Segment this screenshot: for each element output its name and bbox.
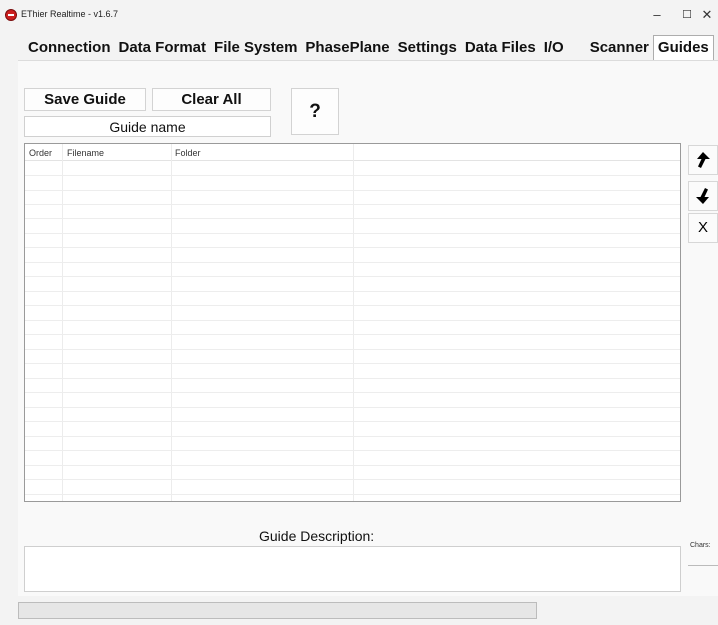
- guide-list[interactable]: Order Filename Folder: [24, 143, 681, 502]
- status-bar: [18, 602, 537, 619]
- tab-connection[interactable]: Connection: [24, 37, 115, 61]
- row-line: [25, 479, 680, 480]
- row-line: [25, 218, 680, 219]
- row-line: [25, 175, 680, 176]
- tab-scanner[interactable]: Scanner: [586, 37, 653, 61]
- chars-label: Chars:: [690, 542, 711, 549]
- row-line: [25, 378, 680, 379]
- row-line: [25, 320, 680, 321]
- save-guide-button[interactable]: Save Guide: [24, 88, 146, 111]
- title-bar: EThier Realtime - v1.6.7 – ☐ ✕: [0, 0, 718, 30]
- minimize-button[interactable]: –: [642, 4, 672, 26]
- move-up-button[interactable]: [688, 145, 718, 175]
- column-divider: [353, 144, 354, 501]
- move-down-button[interactable]: [688, 181, 718, 211]
- row-line: [25, 392, 680, 393]
- row-line: [25, 349, 680, 350]
- row-line: [25, 465, 680, 466]
- window-title: EThier Realtime - v1.6.7: [21, 9, 119, 19]
- row-line: [25, 305, 680, 306]
- tab-data-format[interactable]: Data Format: [115, 37, 211, 61]
- row-line: [25, 407, 680, 408]
- row-line: [25, 247, 680, 248]
- row-line: [25, 190, 680, 191]
- row-line: [25, 291, 680, 292]
- row-line: [25, 262, 680, 263]
- row-line: [25, 450, 680, 451]
- row-line: [25, 494, 680, 495]
- row-line: [25, 233, 680, 234]
- row-line: [25, 204, 680, 205]
- row-line: [25, 436, 680, 437]
- tab-strip: Connection Data Format File System Phase…: [24, 35, 714, 61]
- chars-divider: [688, 565, 718, 566]
- remove-button[interactable]: X: [688, 213, 718, 243]
- tab-settings[interactable]: Settings: [394, 37, 461, 61]
- arrow-up-icon: [697, 152, 710, 168]
- row-line: [25, 421, 680, 422]
- column-order[interactable]: Order: [29, 148, 52, 158]
- row-line: [25, 334, 680, 335]
- close-button[interactable]: ✕: [696, 4, 718, 26]
- description-label: Guide Description:: [259, 528, 375, 544]
- tab-data-files[interactable]: Data Files: [461, 37, 540, 61]
- guide-name-field[interactable]: Guide name: [24, 116, 271, 137]
- help-button[interactable]: ?: [291, 88, 339, 135]
- row-line: [25, 363, 680, 364]
- clear-all-button[interactable]: Clear All: [152, 88, 271, 111]
- tab-io[interactable]: I/O: [540, 37, 568, 61]
- arrow-down-icon: [696, 188, 709, 204]
- column-divider: [62, 144, 63, 501]
- tab-file-system[interactable]: File System: [210, 37, 301, 61]
- description-field[interactable]: [24, 546, 681, 592]
- tab-phaseplane[interactable]: PhasePlane: [301, 37, 393, 61]
- app-icon: [5, 9, 17, 21]
- column-filename[interactable]: Filename: [67, 148, 104, 158]
- tab-guides[interactable]: Guides: [652, 35, 714, 60]
- row-line: [25, 276, 680, 277]
- column-folder[interactable]: Folder: [175, 148, 201, 158]
- column-divider: [171, 144, 172, 501]
